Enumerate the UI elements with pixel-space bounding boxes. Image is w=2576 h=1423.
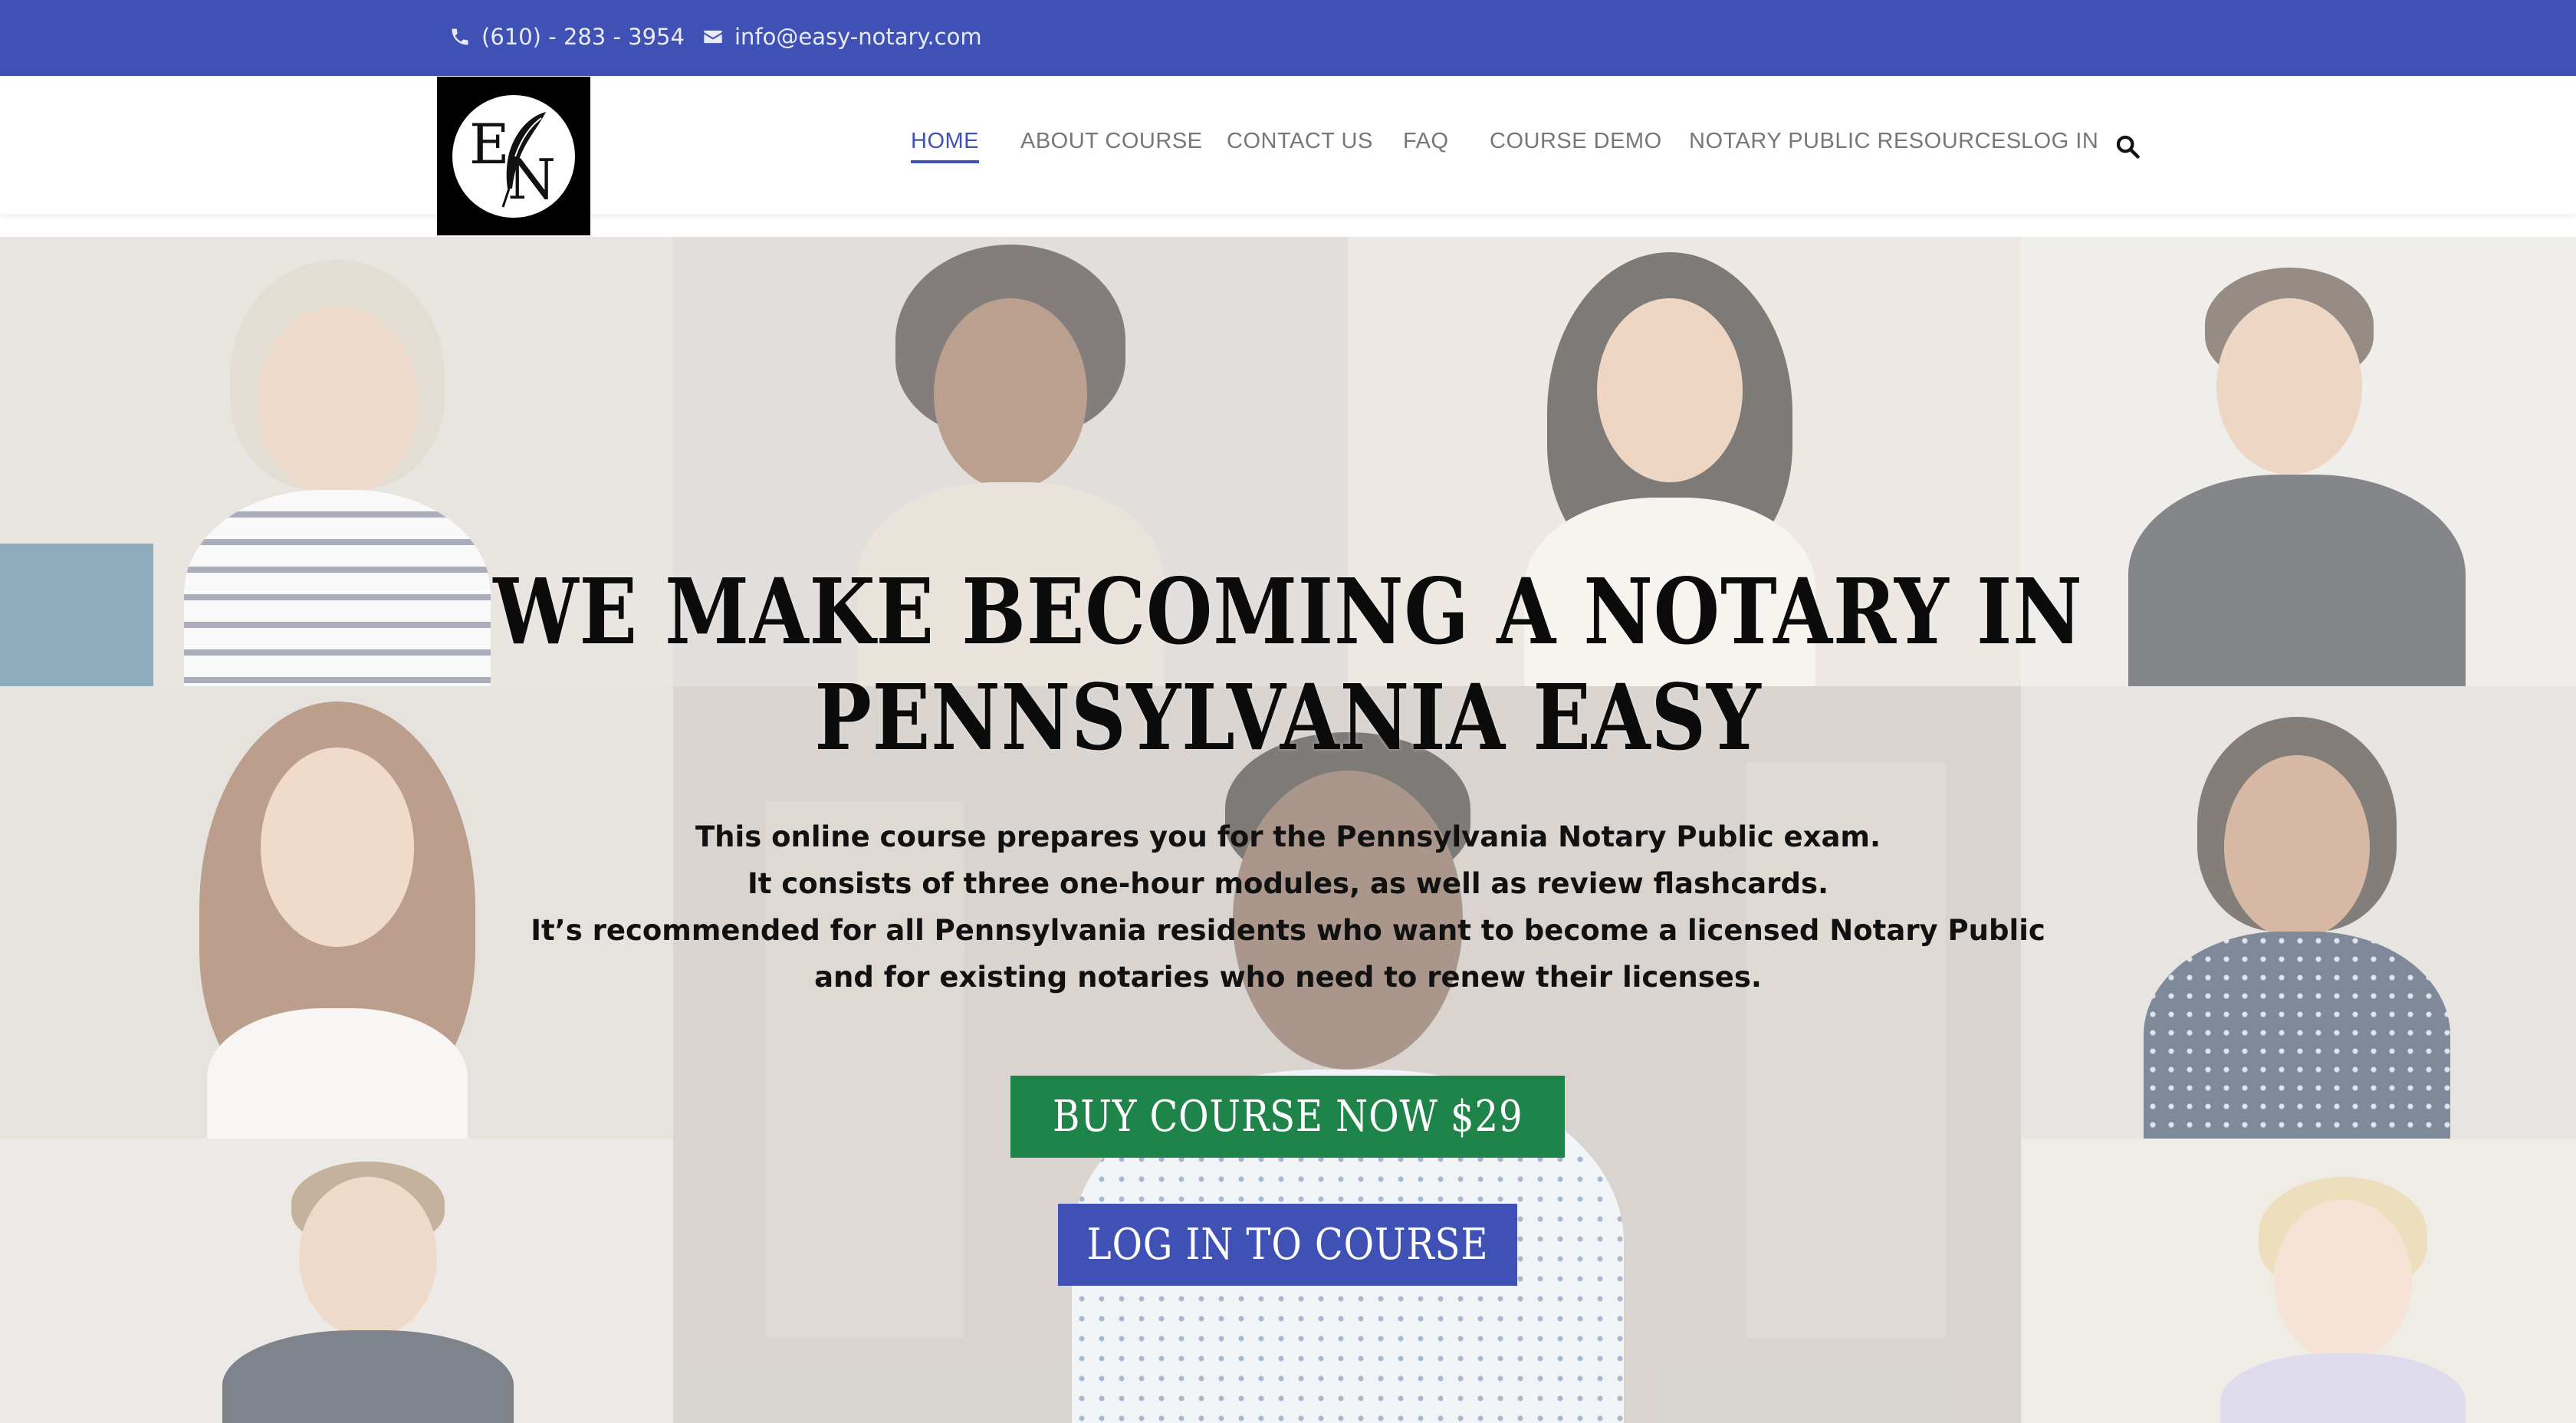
contact-bar: (610) - 283 - 3954 info@easy-notary.com	[0, 0, 2576, 76]
nav-home[interactable]: HOME	[911, 129, 979, 163]
logo-letter-e: E	[469, 111, 510, 176]
nav-about-course[interactable]: ABOUT COURSE	[1020, 129, 1203, 154]
description-line: It consists of three one-hour modules, a…	[747, 867, 1829, 900]
hero-section: WE MAKE BECOMING A NOTARY IN PENNSYLVANI…	[0, 237, 2576, 1423]
search-icon[interactable]	[2114, 133, 2141, 159]
buy-course-label: BUY COURSE NOW $29	[1052, 1092, 1523, 1142]
email-link[interactable]: info@easy-notary.com	[702, 21, 982, 52]
description-line: This online course prepares you for the …	[695, 820, 1881, 853]
phone-number: (610) - 283 - 3954	[481, 24, 685, 50]
logo-emblem: E N	[452, 94, 575, 218]
login-to-course-label: LOG IN TO COURSE	[1086, 1220, 1489, 1270]
login-to-course-button[interactable]: LOG IN TO COURSE	[1058, 1204, 1517, 1286]
nav-contact-us[interactable]: CONTACT US	[1227, 129, 1373, 154]
main-navigation: HOME ABOUT COURSE CONTACT US FAQ COURSE …	[0, 129, 2576, 163]
phone-link[interactable]: (610) - 283 - 3954	[449, 21, 685, 52]
email-address: info@easy-notary.com	[734, 24, 982, 50]
nav-course-demo[interactable]: COURSE DEMO	[1490, 129, 1662, 154]
envelope-icon	[704, 30, 722, 44]
logo-letter-n: N	[508, 146, 556, 212]
description-line: and for existing notaries who need to re…	[814, 961, 1762, 994]
nav-faq[interactable]: FAQ	[1403, 129, 1449, 154]
hero-headline: WE MAKE BECOMING A NOTARY IN PENNSYLVANI…	[0, 559, 2576, 771]
phone-icon	[452, 28, 468, 45]
site-logo[interactable]: E N	[437, 77, 590, 235]
nav-notary-public-resources[interactable]: NOTARY PUBLIC RESOURCES	[1689, 129, 2022, 154]
hero-description: This online course prepares you for the …	[0, 813, 2576, 1001]
headline-line: PENNSYLVANIA EASY	[814, 664, 1762, 771]
nav-log-in[interactable]: LOG IN	[2021, 129, 2098, 154]
buy-course-button[interactable]: BUY COURSE NOW $29	[1010, 1076, 1565, 1158]
description-line: It’s recommended for all Pennsylvania re…	[531, 914, 2045, 947]
hero-content: WE MAKE BECOMING A NOTARY IN PENNSYLVANI…	[0, 237, 2576, 1423]
headline-line: WE MAKE BECOMING A NOTARY IN	[493, 558, 2083, 665]
